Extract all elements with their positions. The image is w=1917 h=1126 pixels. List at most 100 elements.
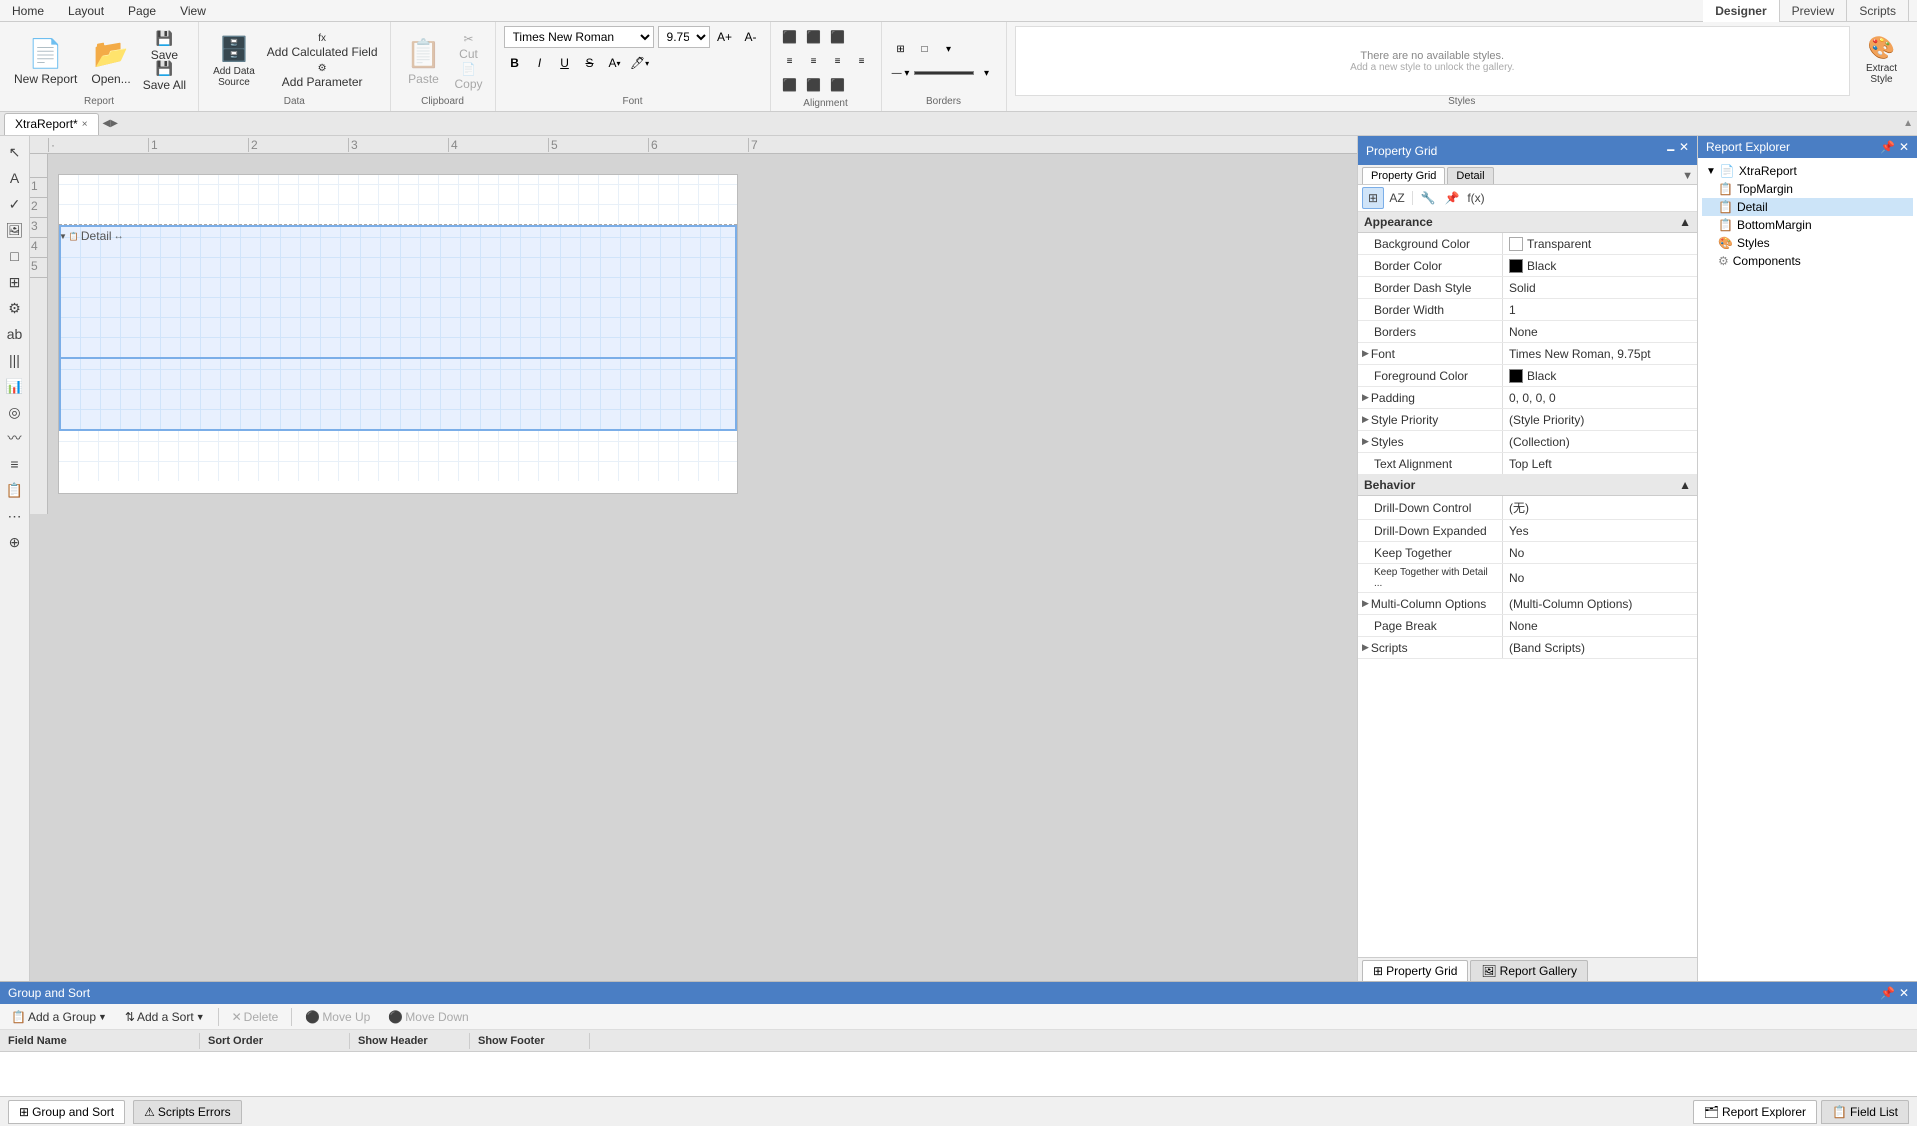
menu-home[interactable]: Home: [8, 2, 48, 20]
pg-padding-expand-icon[interactable]: ▶: [1362, 392, 1369, 403]
pg-row-keep-together[interactable]: Keep Together No: [1358, 542, 1697, 564]
re-item-detail[interactable]: 📋 Detail: [1702, 198, 1913, 216]
pg-row-font[interactable]: ▶Font Times New Roman, 9.75pt: [1358, 343, 1697, 365]
page-break-tool-button[interactable]: ⋯: [3, 504, 27, 528]
shape-tool-button[interactable]: □: [3, 244, 27, 268]
group-sort-close-button[interactable]: ✕: [1899, 986, 1909, 1000]
pg-selector-tab-propgrid[interactable]: Property Grid: [1362, 167, 1445, 184]
font-size-decrease-button[interactable]: A-: [740, 26, 762, 48]
border-width-button[interactable]: ▾: [976, 62, 998, 84]
pg-filter-button[interactable]: 🔧: [1417, 187, 1439, 209]
font-size-increase-button[interactable]: A+: [714, 26, 736, 48]
report-canvas[interactable]: ▼ 📋 Detail ↔: [58, 174, 738, 494]
status-tab-scripts-errors[interactable]: ⚠ Scripts Errors: [133, 1100, 241, 1124]
list-tool-button[interactable]: ≡: [3, 452, 27, 476]
menu-page[interactable]: Page: [124, 2, 160, 20]
tab-designer[interactable]: Designer: [1703, 0, 1779, 22]
paste-button[interactable]: 📋 Paste: [399, 27, 449, 95]
strikethrough-button[interactable]: S: [579, 52, 601, 74]
pg-row-styles[interactable]: ▶Styles (Collection): [1358, 431, 1697, 453]
border-style-button[interactable]: — ▾: [890, 62, 912, 84]
align-center-button[interactable]: ≡: [803, 50, 825, 72]
pg-dropdown-button[interactable]: ▼: [1682, 170, 1693, 182]
status-tab-report-explorer[interactable]: 🗂 Report Explorer: [1693, 1100, 1817, 1124]
add-sort-button[interactable]: ⇅ Add a Sort ▼: [118, 1007, 212, 1027]
border-color-button[interactable]: ▾: [938, 38, 960, 60]
band-lower-detail[interactable]: [61, 359, 735, 429]
move-up-button[interactable]: ⚫ Move Up: [298, 1007, 377, 1027]
re-close-button[interactable]: ✕: [1899, 140, 1909, 154]
status-tab-field-list[interactable]: 📋 Field List: [1821, 1100, 1909, 1124]
add-group-button[interactable]: 📋 Add a Group ▼: [4, 1007, 114, 1027]
cut-button[interactable]: ✂ Cut: [451, 32, 487, 60]
settings-tool-button[interactable]: ⚙: [3, 296, 27, 320]
image-tool-button[interactable]: 🖼: [3, 218, 27, 242]
pg-row-foreground-color[interactable]: Foreground Color Black: [1358, 365, 1697, 387]
pg-content[interactable]: Appearance ▲ Background Color Transparen…: [1358, 212, 1697, 957]
pg-categorized-button[interactable]: ⊞: [1362, 187, 1384, 209]
group-sort-pin-button[interactable]: 📌: [1880, 986, 1895, 1000]
underline-button[interactable]: U: [554, 52, 576, 74]
align-bottom-right-button[interactable]: ⬛: [827, 74, 849, 96]
bold-button[interactable]: B: [504, 52, 526, 74]
tab-preview[interactable]: Preview: [1780, 0, 1848, 22]
pg-row-style-priority[interactable]: ▶Style Priority (Style Priority): [1358, 409, 1697, 431]
select-tool-button[interactable]: ↖: [3, 140, 27, 164]
add-calculated-field-button[interactable]: fx Add Calculated Field: [263, 32, 382, 60]
highlight-button[interactable]: 🖊▾: [629, 52, 651, 74]
pg-close-button[interactable]: ✕: [1679, 140, 1689, 161]
pg-row-border-width[interactable]: Border Width 1: [1358, 299, 1697, 321]
align-right-button[interactable]: ≡: [827, 50, 849, 72]
pg-bottom-tab-gallery[interactable]: 🖼 Report Gallery: [1470, 960, 1588, 981]
pg-bottom-tab-propertygrid[interactable]: ⊞ Property Grid: [1362, 960, 1468, 981]
italic-button[interactable]: I: [529, 52, 551, 74]
menu-layout[interactable]: Layout: [64, 2, 108, 20]
pg-row-multi-column[interactable]: ▶Multi-Column Options (Multi-Column Opti…: [1358, 593, 1697, 615]
tab-expand-button[interactable]: ▲: [1903, 118, 1913, 129]
table-tool-button[interactable]: ⊞: [3, 270, 27, 294]
align-bottom-left-button[interactable]: ⬛: [779, 74, 801, 96]
pg-styles-expand-icon[interactable]: ▶: [1362, 436, 1369, 447]
new-report-button[interactable]: 📄 New Report: [8, 27, 83, 95]
pg-fx-button[interactable]: f(x): [1465, 187, 1487, 209]
re-item-styles[interactable]: 🎨 Styles: [1702, 234, 1913, 252]
pg-row-background-color[interactable]: Background Color Transparent: [1358, 233, 1697, 255]
align-top-right-button[interactable]: ⬛: [827, 26, 849, 48]
re-pin-button[interactable]: 📌: [1880, 140, 1895, 154]
canvas-area[interactable]: · 1 2 3 4 5 6 7 1 2 3 4: [30, 136, 1357, 981]
gauge-tool-button[interactable]: ◎: [3, 400, 27, 424]
align-bottom-center-button[interactable]: ⬛: [803, 74, 825, 96]
pg-row-borders[interactable]: Borders None: [1358, 321, 1697, 343]
pg-minimize-button[interactable]: 🗕: [1666, 140, 1675, 161]
align-top-center-button[interactable]: ⬛: [803, 26, 825, 48]
justify-button[interactable]: ≡: [851, 50, 873, 72]
chart-tool-button[interactable]: 📊: [3, 374, 27, 398]
pg-row-drill-down-expanded[interactable]: Drill-Down Expanded Yes: [1358, 520, 1697, 542]
check-tool-button[interactable]: ✓: [3, 192, 27, 216]
extract-style-button[interactable]: 🎨 Extract Style: [1854, 26, 1909, 94]
re-item-bottommargin[interactable]: 📋 BottomMargin: [1702, 216, 1913, 234]
barcode-tool-button[interactable]: |||: [3, 348, 27, 372]
spark-tool-button[interactable]: 〰: [3, 426, 27, 450]
pg-scripts-expand-icon[interactable]: ▶: [1362, 642, 1369, 653]
report-tab[interactable]: XtraReport* ×: [4, 113, 99, 135]
font-size-select[interactable]: 9.75: [658, 26, 710, 48]
tab-scroll-button[interactable]: ◀▶: [103, 118, 118, 129]
pg-section-appearance[interactable]: Appearance ▲: [1358, 212, 1697, 233]
pg-multi-column-expand-icon[interactable]: ▶: [1362, 598, 1369, 609]
pg-pin-button[interactable]: 📌: [1441, 187, 1463, 209]
pg-row-keep-together-detail[interactable]: Keep Together with Detail ... No: [1358, 564, 1697, 593]
align-top-left-button[interactable]: ⬛: [779, 26, 801, 48]
subreport-tool-button[interactable]: 📋: [3, 478, 27, 502]
tab-scripts[interactable]: Scripts: [1847, 0, 1909, 22]
save-all-button[interactable]: 💾 Save All: [139, 62, 190, 90]
add-data-source-button[interactable]: 🗄️ Add Data Source: [207, 27, 261, 95]
pg-selector-tab-detail[interactable]: Detail: [1447, 167, 1493, 184]
border-outer-button[interactable]: □: [914, 38, 936, 60]
pg-row-border-dash-style[interactable]: Border Dash Style Solid: [1358, 277, 1697, 299]
font-name-select[interactable]: Times New Roman: [504, 26, 654, 48]
menu-view[interactable]: View: [176, 2, 210, 20]
label-tool-button[interactable]: ab: [3, 322, 27, 346]
tab-close-button[interactable]: ×: [82, 119, 88, 130]
pg-alphabetical-button[interactable]: AZ: [1386, 187, 1408, 209]
